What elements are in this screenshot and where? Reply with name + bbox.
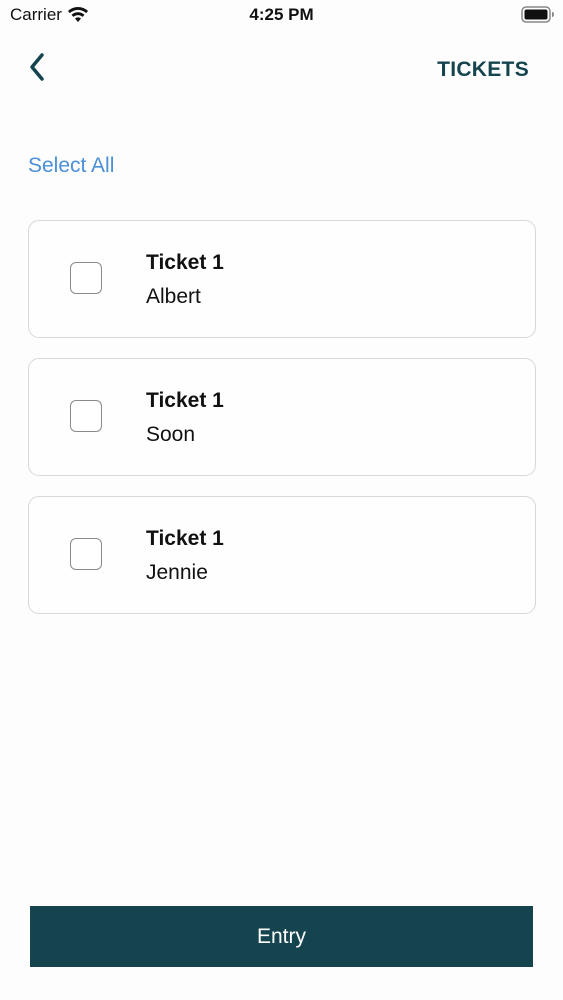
ticket-title: Ticket 1 [146,389,224,412]
back-button[interactable] [22,52,52,86]
ticket-card[interactable]: Ticket 1 Albert [28,220,536,338]
ticket-checkbox[interactable] [70,262,102,294]
chevron-left-icon [28,52,46,87]
ticket-checkbox[interactable] [70,400,102,432]
ticket-holder-name: Jennie [146,561,208,584]
status-bar: Carrier 4:25 PM [0,0,563,30]
ticket-title: Ticket 1 [146,527,224,550]
page-title: TICKETS [437,58,529,81]
ticket-holder-name: Soon [146,423,196,446]
ticket-title: Ticket 1 [146,251,224,274]
ticket-checkbox[interactable] [70,538,102,570]
ticket-holder-name: Albert [146,285,201,308]
entry-button[interactable]: Entry [30,906,533,967]
ticket-card[interactable]: Ticket 1 Soon [28,358,536,476]
status-time: 4:25 PM [249,5,314,24]
select-all-button[interactable]: Select All [28,154,114,178]
ticket-card[interactable]: Ticket 1 Jennie [28,496,536,614]
ticket-list: Ticket 1 Albert Ticket 1 Soon Ticket 1 J… [28,220,536,634]
battery-icon [521,6,555,23]
